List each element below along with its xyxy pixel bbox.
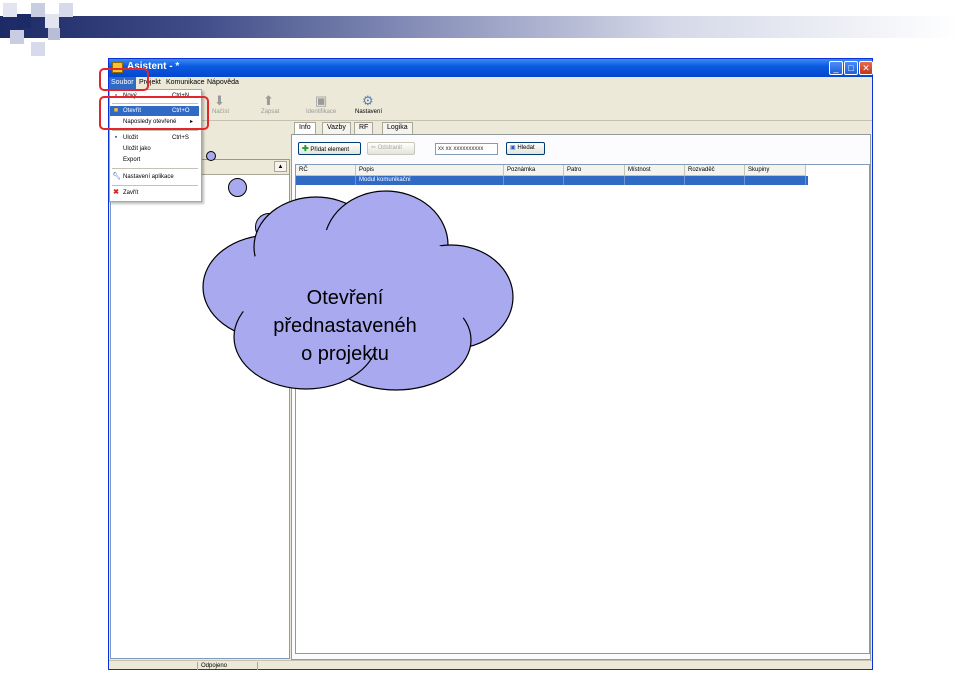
binoculars-icon: ▣ bbox=[510, 145, 516, 151]
tab-vazby[interactable]: Vazby bbox=[322, 122, 351, 134]
remove-label: Odstranit bbox=[377, 145, 403, 151]
toolbar: ⬇ Načíst ⬆ Zapsat ▣ Identifikace ⚙ Nasta… bbox=[109, 90, 872, 121]
table-cell bbox=[625, 176, 685, 185]
scissors-icon: ✂ bbox=[371, 145, 377, 151]
table-cell bbox=[564, 176, 625, 185]
save-icon: ▪ bbox=[114, 134, 118, 141]
status-divider bbox=[257, 662, 258, 670]
deco-square bbox=[31, 42, 45, 56]
menu-komunikace[interactable]: Komunikace bbox=[166, 79, 205, 86]
callout-line: Otevření bbox=[306, 287, 384, 309]
status-divider bbox=[197, 662, 198, 670]
callout-line: přednastavenéh bbox=[273, 315, 417, 337]
menu-separator bbox=[112, 168, 198, 169]
menu-napoveda[interactable]: Nápověda bbox=[207, 79, 239, 86]
close-icon: ✖ bbox=[113, 189, 119, 196]
column-header-patro[interactable]: Patro bbox=[564, 165, 625, 176]
status-bar: Odpojeno bbox=[109, 660, 872, 671]
arrow-up-icon[interactable]: ⬆ bbox=[263, 93, 274, 109]
menu-separator bbox=[112, 130, 198, 131]
deco-square bbox=[48, 28, 60, 40]
collapse-up-button[interactable]: ▲ bbox=[274, 161, 287, 172]
table-cell bbox=[745, 176, 806, 185]
callout-text: Otevření přednastavenéh o projektu bbox=[240, 284, 450, 368]
find-button[interactable]: ▣ Hledat bbox=[506, 142, 545, 155]
remove-button[interactable]: ✂ Odstranit bbox=[367, 142, 415, 155]
menu-item-ulozit-jako[interactable]: Uložit jako bbox=[110, 144, 199, 154]
deco-square bbox=[17, 14, 31, 28]
menu-item-zavrit[interactable]: ✖ Zavřít bbox=[110, 188, 199, 198]
thought-bubble-small bbox=[206, 151, 216, 161]
toolbar-identifikace-button[interactable]: Identifikace bbox=[306, 109, 336, 115]
add-element-label: Přidat element bbox=[310, 147, 350, 153]
menu-item-export[interactable]: Export bbox=[110, 155, 199, 165]
table-cell bbox=[685, 176, 745, 185]
maximize-button[interactable]: □ bbox=[844, 61, 858, 75]
column-header-rozvadec[interactable]: Rozvaděč bbox=[685, 165, 745, 176]
menu-item-ulozit[interactable]: ▪ Uložit Ctrl+S bbox=[110, 133, 199, 143]
deco-square bbox=[45, 14, 59, 28]
gear-icon[interactable]: ⚙ bbox=[362, 93, 374, 109]
tab-info[interactable]: Info bbox=[294, 122, 316, 134]
deco-square bbox=[10, 30, 24, 44]
menu-separator bbox=[112, 185, 198, 186]
deco-square bbox=[31, 3, 45, 17]
deco-square bbox=[59, 3, 73, 17]
menu-bar: Soubor Projekt Komunikace Nápověda bbox=[109, 77, 872, 90]
add-element-button[interactable]: ✚ Přidat element bbox=[298, 142, 361, 155]
callout-line: o projektu bbox=[301, 343, 389, 365]
connection-status: Odpojeno bbox=[201, 663, 228, 669]
arrow-down-icon[interactable]: ⬇ bbox=[214, 93, 225, 109]
column-header-mistnost[interactable]: Místnost bbox=[625, 165, 685, 176]
deco-square bbox=[3, 3, 17, 17]
close-button[interactable]: ✕ bbox=[859, 61, 873, 75]
slide-header-bar bbox=[0, 16, 960, 38]
toolbar-nastaveni-button[interactable]: Nastavení bbox=[355, 109, 382, 115]
highlight-otevrit-item bbox=[99, 96, 209, 130]
title-bar[interactable]: Asistent - * _ □ ✕ bbox=[109, 59, 873, 77]
tab-rf[interactable]: RF bbox=[354, 122, 374, 134]
toolbar-nacist-button[interactable]: Načíst bbox=[212, 109, 229, 115]
toolbar-zapsat-button[interactable]: Zapsat bbox=[261, 109, 279, 115]
minimize-button[interactable]: _ bbox=[829, 61, 843, 75]
binoculars-icon[interactable]: ▣ bbox=[315, 93, 327, 109]
plus-icon: ✚ bbox=[302, 144, 309, 153]
wrench-icon: 🔧︎ bbox=[112, 173, 121, 180]
search-input[interactable] bbox=[435, 143, 498, 155]
find-label: Hledat bbox=[517, 145, 535, 151]
tab-logika[interactable]: Logika bbox=[382, 122, 413, 134]
highlight-soubor-menu bbox=[99, 68, 149, 91]
menu-item-nastaveni-aplikace[interactable]: 🔧︎ Nastavení aplikace bbox=[110, 172, 199, 182]
column-header-skupiny[interactable]: Skupiny bbox=[745, 165, 806, 176]
